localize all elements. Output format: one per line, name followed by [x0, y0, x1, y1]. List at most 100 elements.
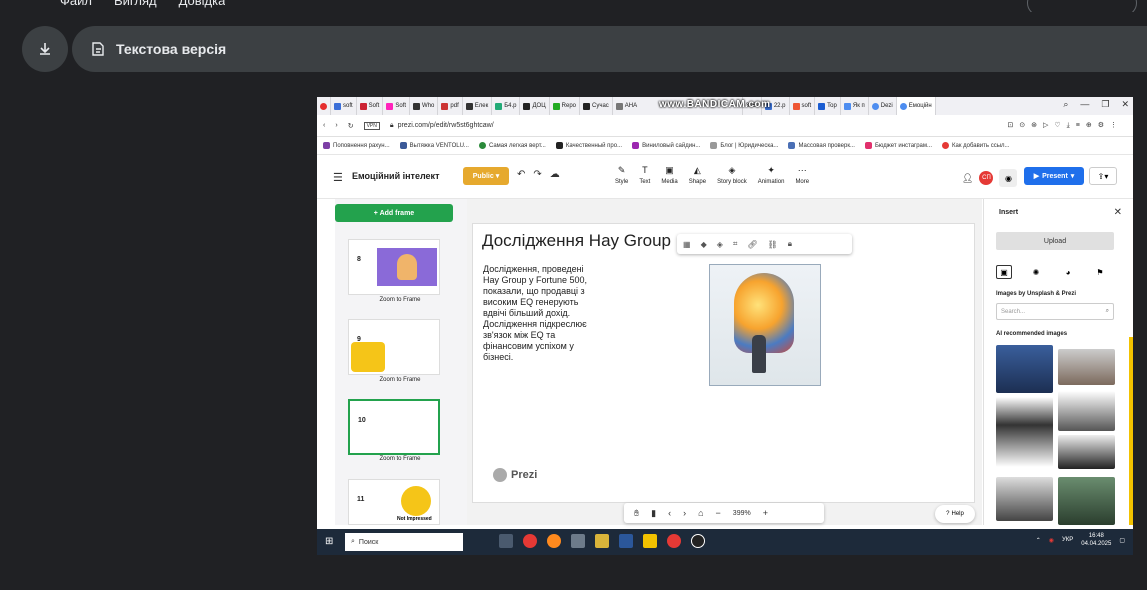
image-search-input[interactable]: Search... ⌕	[996, 303, 1114, 320]
taskbar-search[interactable]: ⌕ Поиск	[345, 533, 463, 551]
image-thumb[interactable]	[1058, 349, 1115, 385]
more-tool[interactable]: ⋯ More	[795, 165, 809, 185]
browser-tab-active[interactable]: Емоційн	[896, 97, 936, 115]
bookmark-item[interactable]: Бюджет инстаграм...	[864, 142, 932, 149]
browser-tab[interactable]: soft	[790, 97, 816, 115]
crop-icon[interactable]: ⌗	[733, 239, 738, 249]
clock[interactable]: 16:48 04.04.2025	[1081, 532, 1111, 548]
browser-tab[interactable]: Б4.р	[492, 97, 521, 115]
zoom-in-icon[interactable]: +	[763, 508, 768, 518]
notes-icon[interactable]	[595, 534, 609, 548]
zoom-to-frame[interactable]: Zoom to Frame	[335, 297, 465, 303]
home-icon[interactable]: ⌂	[698, 508, 703, 518]
image-thumb[interactable]	[996, 397, 1053, 467]
image-thumb[interactable]	[996, 345, 1053, 393]
browser-tab[interactable]: Who	[410, 97, 439, 115]
menu-help[interactable]: Довідка	[179, 0, 226, 12]
frame-thumb[interactable]: 8	[348, 239, 440, 295]
menu-view[interactable]: Вигляд	[114, 0, 157, 12]
browser-tab[interactable]: Top	[815, 97, 841, 115]
bookmark-item[interactable]: Виниловый сайдин...	[632, 142, 700, 149]
bookmark-item[interactable]: Блог | Юридическа...	[710, 142, 778, 149]
bookmark-item[interactable]: Самая легкая верт...	[478, 142, 546, 149]
add-person-icon[interactable]: 👤︎	[962, 173, 973, 184]
forward-icon[interactable]: ›	[335, 122, 337, 129]
browser-tab[interactable]: Dezi	[869, 97, 897, 115]
menu-icon[interactable]: ☰	[333, 171, 343, 184]
share-icon[interactable]: ⇪▾	[1089, 167, 1117, 185]
grid-icon[interactable]: ▦	[683, 240, 691, 249]
eye-icon[interactable]: ◉	[999, 169, 1018, 187]
menu-file[interactable]: Файл	[60, 0, 92, 12]
style-tool[interactable]: ✎ Style	[615, 165, 628, 185]
image-thumb[interactable]	[1058, 477, 1115, 525]
notifications-icon[interactable]: ▢	[1119, 537, 1125, 544]
zoom-out-icon[interactable]: −	[716, 508, 721, 518]
browser-tab[interactable]: soft	[331, 97, 357, 115]
search-icon[interactable]: ⌕	[1106, 308, 1109, 315]
image-icon[interactable]: ▣	[996, 265, 1012, 279]
windows-start-icon[interactable]: ⊞	[325, 536, 333, 547]
browser-tab[interactable]: Soft	[357, 97, 384, 115]
present-button[interactable]: ▶ Present ▾	[1024, 167, 1084, 185]
paint-icon[interactable]: ◈	[717, 240, 723, 249]
add-frame-button[interactable]: + Add frame	[335, 204, 453, 222]
text-version-button[interactable]: Текстова версія	[72, 26, 1147, 72]
opera-icon[interactable]	[523, 534, 537, 548]
firefox-icon[interactable]	[547, 534, 561, 548]
image-thumb[interactable]	[996, 477, 1053, 521]
lock-icon[interactable]: 🔒︎	[788, 239, 792, 249]
search-icon[interactable]: ⌕	[1063, 99, 1068, 110]
vpn-badge[interactable]: VPN	[363, 121, 380, 130]
close-icon[interactable]: ✕	[1114, 207, 1122, 218]
help-button[interactable]: ? Help	[935, 505, 975, 523]
browser-tab[interactable]: Soft	[383, 97, 411, 115]
record-tray-icon[interactable]: ◉	[1049, 537, 1054, 544]
browser-tab[interactable]: Елек	[463, 97, 493, 115]
keyboard-language[interactable]: УКР	[1062, 537, 1073, 543]
shape-tool[interactable]: ◭ Shape	[689, 165, 706, 185]
prev-icon[interactable]: ‹	[668, 508, 671, 518]
presentation-title[interactable]: Емоційний інтелект	[352, 171, 439, 181]
browser-tab[interactable]: pdf	[438, 97, 463, 115]
slide-body[interactable]: Дослідження, проведені Hay Group у Fortu…	[483, 264, 595, 363]
browser-menu-icon[interactable]	[317, 97, 331, 115]
browser-tab[interactable]: Як п	[841, 97, 869, 115]
sticker-icon[interactable]: ✺	[1028, 265, 1044, 279]
media-player-icon[interactable]	[691, 534, 705, 548]
calculator-icon[interactable]	[571, 534, 585, 548]
bookmark-item[interactable]: Поповнення рахун...	[323, 142, 390, 149]
link-icon[interactable]: ⛓︎	[768, 240, 778, 249]
text-tool[interactable]: T Text	[639, 165, 650, 185]
url-field[interactable]: prezi.com/p/edit/rw5st6ghtcaw/	[398, 122, 494, 129]
download-button[interactable]	[22, 26, 68, 72]
word-icon[interactable]	[619, 534, 633, 548]
chevron-up-icon[interactable]: ⌃	[1036, 537, 1041, 544]
icons-icon[interactable]: ◕	[1060, 265, 1076, 279]
zoom-to-frame[interactable]: Zoom to Frame	[335, 377, 465, 383]
browser-tab[interactable]: Repo	[550, 97, 580, 115]
bookmark-item[interactable]: Вытяжка VENTOLU...	[399, 142, 469, 149]
link-icon[interactable]: 🔗︎	[747, 240, 757, 249]
record-icon[interactable]	[667, 534, 681, 548]
frame-thumb-selected[interactable]: 10	[348, 399, 440, 455]
address-tools[interactable]: ⊡⊙⊛▷♡⤓≡⊕⚙⋮	[1007, 121, 1123, 130]
story-block-tool[interactable]: ◈ Story block	[717, 165, 747, 185]
image-thumb[interactable]	[1058, 391, 1115, 431]
redo-icon[interactable]: ↷	[533, 169, 541, 180]
task-view-icon[interactable]	[499, 534, 513, 548]
public-button[interactable]: Public ▾	[463, 167, 509, 185]
reload-icon[interactable]: ↻	[348, 122, 354, 130]
media-tool[interactable]: ▣ Media	[661, 165, 677, 185]
files-icon[interactable]	[643, 534, 657, 548]
avatar[interactable]: СП	[979, 171, 994, 185]
next-icon[interactable]: ›	[683, 508, 686, 518]
bookmark-item[interactable]: Качественный про...	[555, 142, 622, 149]
minimize-icon[interactable]: —	[1080, 99, 1089, 110]
upload-button[interactable]: Upload	[996, 232, 1114, 250]
close-icon[interactable]: ✕	[1121, 99, 1129, 110]
mouse-icon[interactable]: ▮	[651, 508, 656, 519]
frame-thumb[interactable]: 11 Not Impressed	[348, 479, 440, 525]
zoom-to-frame[interactable]: Zoom to Frame	[335, 456, 465, 462]
slide-title[interactable]: Дослідження Hay Group	[482, 231, 671, 251]
